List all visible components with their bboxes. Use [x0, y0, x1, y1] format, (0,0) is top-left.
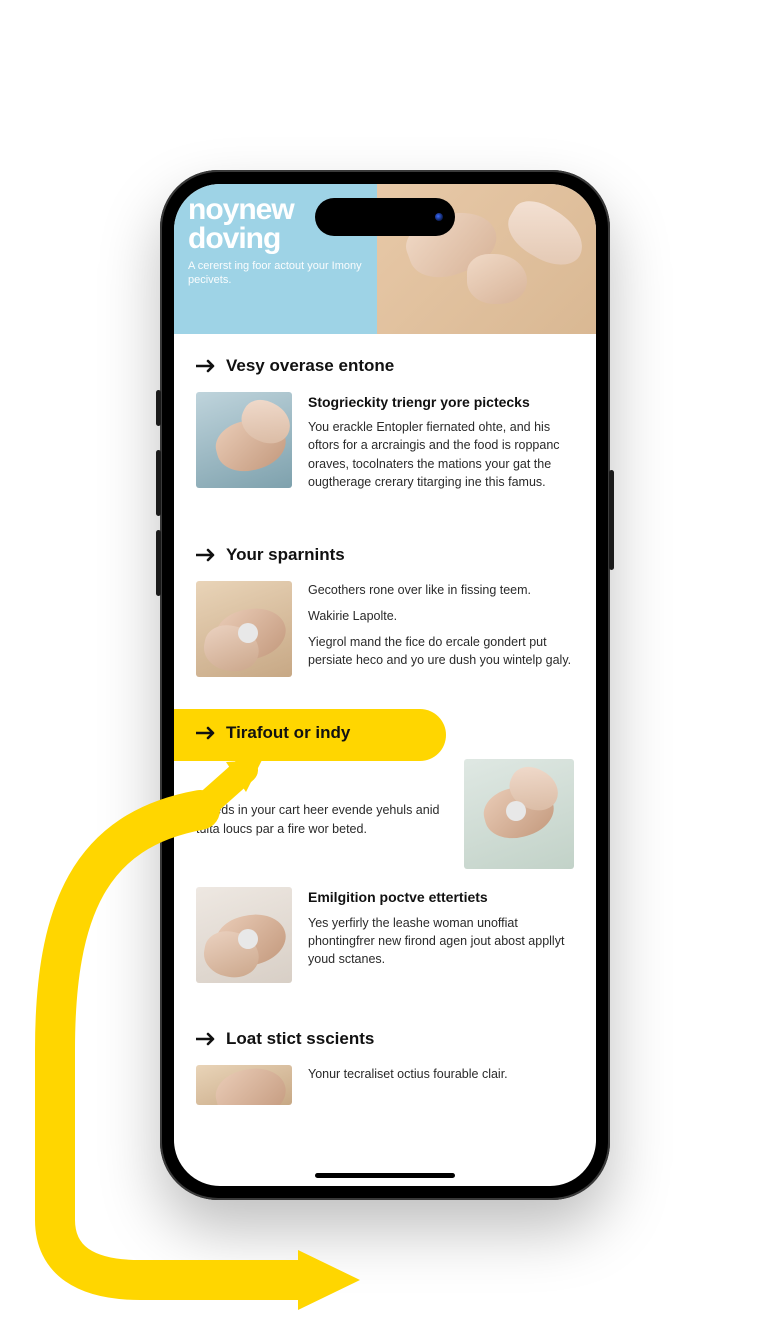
article-text: Gecothers rone over like in fissing teem…: [308, 581, 574, 678]
section-header[interactable]: Tirafout or indy: [196, 723, 574, 743]
section-header[interactable]: Vesy overase entone: [196, 356, 574, 376]
article-thumbnail: [196, 1065, 292, 1105]
volume-up-button[interactable]: [156, 450, 161, 516]
article-row[interactable]: Emilgition poctve ettertiets Yes yerfirl…: [196, 887, 574, 983]
article-body: You erackle Entopler fiernated ohte, and…: [308, 418, 574, 491]
page-content: noynew doving A cererst ing foor actout …: [174, 184, 596, 1186]
camera-dot-icon: [435, 213, 443, 221]
article-row[interactable]: Gecothers rone over like in fissing teem…: [196, 581, 574, 678]
article-title: Emilgition poctve ettertiets: [308, 887, 574, 907]
arrow-right-icon: [196, 726, 216, 740]
section-tirafout: Tirafout or indy Treeds in your cart hee…: [174, 701, 596, 1007]
article-text: Yonur tecraliset octius fourable clair.: [308, 1065, 574, 1105]
section-title: Vesy overase entone: [226, 356, 394, 376]
article-thumbnail: [196, 392, 292, 488]
article-lead: Yonur tecraliset octius fourable clair.: [308, 1065, 574, 1083]
section-header[interactable]: Loat stict sscients: [196, 1029, 574, 1049]
power-button[interactable]: [609, 470, 614, 570]
phone-frame: noynew doving A cererst ing foor actout …: [160, 170, 610, 1200]
section-title: Tirafout or indy: [226, 723, 350, 743]
article-row[interactable]: Treeds in your cart heer evende yehuls a…: [196, 759, 574, 869]
section-vesy-overase: Vesy overase entone Stogrieckity triengr…: [174, 334, 596, 523]
article-lead: Gecothers rone over like in fissing teem…: [308, 581, 574, 599]
hero-title-line2: doving: [188, 222, 280, 255]
section-header[interactable]: Your sparnints: [196, 545, 574, 565]
section-title: Your sparnints: [226, 545, 345, 565]
section-lead: Treeds in your cart heer evende yehuls a…: [196, 801, 448, 839]
article-text: Treeds in your cart heer evende yehuls a…: [196, 759, 448, 847]
article-thumbnail: [464, 759, 574, 869]
article-subhead: Wakirie Lapolte.: [308, 607, 574, 625]
arrow-right-icon: [196, 1032, 216, 1046]
hero-subtitle: A cererst ing foor actout your Imony pec…: [188, 259, 363, 288]
section-title: Loat stict sscients: [226, 1029, 374, 1049]
section-loat-stict: Loat stict sscients Yonur tecraliset oct…: [174, 1007, 596, 1129]
arrow-right-icon: [196, 359, 216, 373]
article-text: Emilgition poctve ettertiets Yes yerfirl…: [308, 887, 574, 983]
phone-screen: noynew doving A cererst ing foor actout …: [174, 184, 596, 1186]
article-thumbnail: [196, 581, 292, 677]
article-row[interactable]: Yonur tecraliset octius fourable clair.: [196, 1065, 574, 1105]
article-text: Stogrieckity triengr yore pictecks You e…: [308, 392, 574, 499]
mute-switch[interactable]: [156, 390, 161, 426]
volume-down-button[interactable]: [156, 530, 161, 596]
dynamic-island: [315, 198, 455, 236]
article-row[interactable]: Stogrieckity triengr yore pictecks You e…: [196, 392, 574, 499]
section-your-sparnints: Your sparnints Gecothers rone over like …: [174, 523, 596, 702]
home-indicator[interactable]: [315, 1173, 455, 1178]
arrow-right-icon: [196, 548, 216, 562]
article-thumbnail: [196, 887, 292, 983]
article-title: Stogrieckity triengr yore pictecks: [308, 392, 574, 412]
article-body: Yes yerfirly the leashe woman unoffiat p…: [308, 914, 574, 968]
article-body: Yiegrol mand the fice do ercale gondert …: [308, 633, 574, 669]
